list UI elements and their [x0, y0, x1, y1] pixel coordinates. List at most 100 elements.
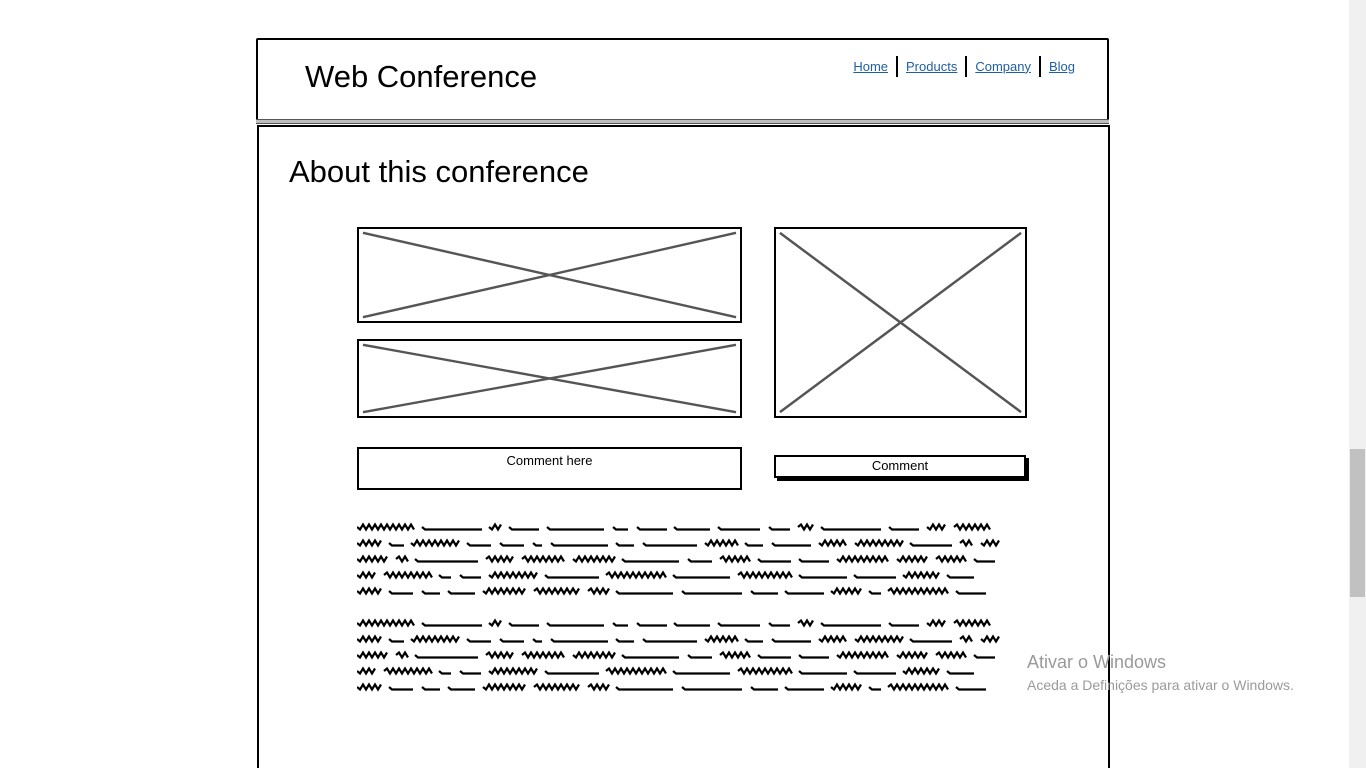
- scribble-word: [687, 558, 712, 563]
- scribble-word: [888, 622, 919, 627]
- scribble-word: [532, 638, 542, 643]
- scribble-word: [902, 666, 940, 676]
- vertical-scrollbar[interactable]: [1349, 0, 1366, 768]
- scribble-word: [357, 618, 415, 628]
- scribble-word: [357, 682, 382, 692]
- image-placeholder-top-left: [357, 227, 742, 323]
- scribble-word: [499, 542, 524, 547]
- scribble-word: [717, 526, 760, 531]
- scribble-word: [797, 522, 814, 532]
- scribble-word: [388, 686, 413, 691]
- scribble-word: [544, 670, 599, 675]
- scribble-word: [357, 522, 415, 532]
- scribble-word: [488, 570, 538, 580]
- scribble-word: [704, 538, 739, 548]
- scribble-word: [757, 558, 791, 563]
- scribble-word: [550, 638, 608, 643]
- scribble-word: [612, 526, 628, 531]
- image-placeholder-bottom-left: [357, 339, 742, 418]
- scribble-word: [953, 618, 991, 628]
- scribble-word: [744, 542, 763, 547]
- scribble-word: [768, 622, 790, 627]
- scribble-word: [642, 638, 697, 643]
- windows-activation-watermark: Ativar o Windows Aceda a Definições para…: [1027, 651, 1294, 695]
- scribble-word: [357, 634, 382, 644]
- scribble-word: [853, 574, 896, 579]
- scribble-word: [888, 526, 919, 531]
- scribble-word: [681, 686, 742, 691]
- scribble-word: [636, 622, 667, 627]
- scribble-word: [784, 590, 824, 595]
- scribble-word: [482, 586, 526, 596]
- scribble-word: [771, 542, 811, 547]
- scribble-word: [438, 574, 451, 579]
- scribble-word: [935, 554, 967, 564]
- scribble-word: [546, 622, 604, 627]
- scribble-word: [414, 654, 478, 659]
- scribble-word: [587, 682, 610, 692]
- scribble-word: [673, 622, 710, 627]
- scribble-word: [980, 634, 1000, 644]
- scribble-word: [488, 522, 502, 532]
- text-block-1: [357, 520, 1009, 596]
- scribble-word: [615, 542, 634, 547]
- scribble-word: [357, 570, 376, 580]
- page-heading: About this conference: [289, 154, 589, 189]
- scribble-word: [673, 526, 710, 531]
- scribble-word: [818, 538, 847, 548]
- watermark-subtitle: Aceda a Definições para ativar o Windows…: [1027, 677, 1294, 693]
- scribble-word: [421, 622, 482, 627]
- scribble-word: [421, 590, 440, 595]
- scribble-word: [750, 590, 778, 595]
- scribble-word: [896, 554, 928, 564]
- scribble-word: [854, 634, 904, 644]
- scribble-word: [946, 574, 974, 579]
- scribble-word: [784, 686, 824, 691]
- scribble-word: [615, 590, 673, 595]
- scribble-word: [798, 654, 829, 659]
- scribble-word: [410, 538, 460, 548]
- scribble-word: [955, 686, 986, 691]
- scribble-word: [926, 522, 946, 532]
- scribble-word: [485, 554, 514, 564]
- nav-company-link[interactable]: Company: [967, 57, 1039, 77]
- scribble-word: [830, 586, 862, 596]
- scribble-word: [572, 554, 616, 564]
- scribble-word: [388, 638, 404, 643]
- text-block-2: [357, 616, 1009, 692]
- scribble-word: [395, 650, 409, 660]
- scribble-word: [488, 666, 538, 676]
- scribble-word: [959, 634, 973, 644]
- scribble-word: [357, 650, 388, 660]
- scribble-word: [410, 634, 460, 644]
- scribble-word: [383, 570, 433, 580]
- scribble-word: [508, 526, 539, 531]
- scribble-word: [953, 522, 991, 532]
- scribble-word: [550, 542, 608, 547]
- scribble-word: [798, 574, 847, 579]
- scribble-word: [750, 686, 778, 691]
- scribble-word: [868, 686, 881, 691]
- scribble-word: [830, 682, 862, 692]
- nav-blog-link[interactable]: Blog: [1041, 57, 1083, 77]
- scribble-word: [532, 542, 542, 547]
- scribble-word: [546, 526, 604, 531]
- scribble-word: [605, 666, 667, 676]
- comment-textarea[interactable]: Comment here: [357, 447, 742, 490]
- scribble-word: [414, 558, 478, 563]
- scribble-word: [357, 554, 388, 564]
- scribble-word: [909, 638, 952, 643]
- scribble-word: [485, 650, 514, 660]
- scribble-word: [737, 570, 793, 580]
- scribble-word: [744, 638, 763, 643]
- scribble-word: [853, 670, 896, 675]
- comment-button[interactable]: Comment: [774, 455, 1026, 478]
- scrollbar-thumb[interactable]: [1350, 449, 1365, 597]
- nav-home-link[interactable]: Home: [845, 57, 896, 77]
- scribble-word: [466, 638, 491, 643]
- scribble-word: [768, 526, 790, 531]
- scribble-word: [533, 586, 580, 596]
- scribble-word: [521, 650, 565, 660]
- top-nav: Home Products Company Blog: [845, 56, 1083, 77]
- nav-products-link[interactable]: Products: [898, 57, 965, 77]
